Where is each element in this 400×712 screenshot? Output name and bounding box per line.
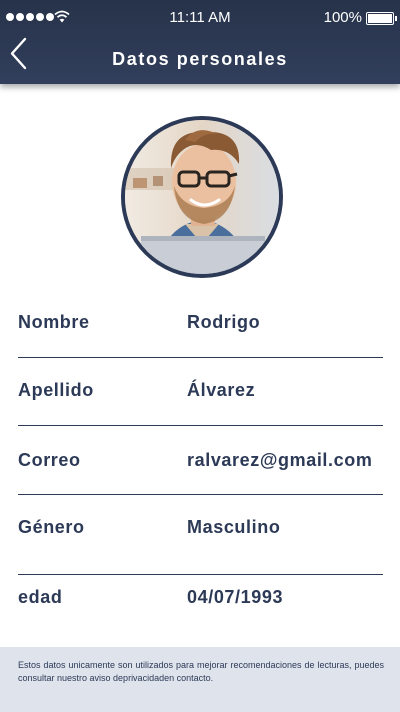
field-label: Género [18, 517, 85, 537]
divider [18, 425, 383, 426]
battery-icon [366, 12, 397, 25]
app-header: 11:11 AM 100% Datos personales [0, 0, 400, 84]
field-label: Correo [18, 450, 81, 470]
avatar [121, 116, 283, 278]
field-value: ralvarez@gmail.com [187, 450, 373, 470]
privacy-notice: Estos datos unicamente son utilizados pa… [18, 660, 384, 683]
divider [18, 574, 383, 575]
battery-percentage: 100% [323, 9, 362, 26]
page-title: Datos personales [112, 49, 288, 69]
field-label: edad [18, 587, 63, 607]
field-value: Álvarez [187, 380, 256, 400]
field-label: Apellido [18, 380, 94, 400]
divider [18, 357, 383, 358]
privacy-footer: Estos datos unicamente son utilizados pa… [0, 647, 400, 712]
field-value: 04/07/1993 [187, 587, 284, 607]
status-bar: 11:11 AM 100% [0, 0, 400, 36]
field-value: Masculino [187, 517, 281, 537]
profile-photo [125, 120, 279, 274]
field-label: Nombre [18, 312, 90, 332]
field-value: Rodrigo [187, 312, 261, 332]
divider [18, 494, 383, 495]
